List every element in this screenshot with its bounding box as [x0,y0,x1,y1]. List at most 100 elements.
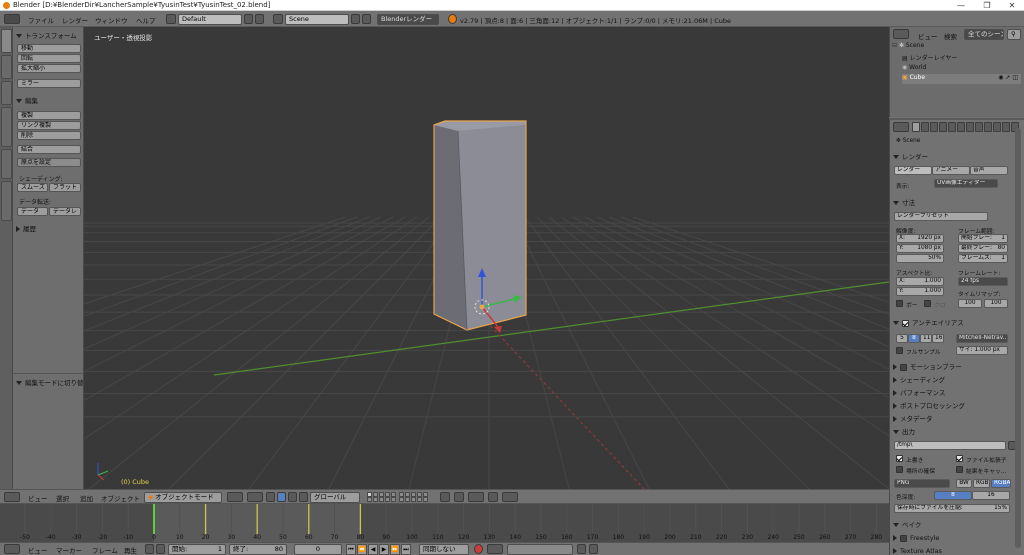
resolution-y-field[interactable]: Y: 1080 px [896,244,944,253]
bake-panel-header[interactable]: ベイク [893,520,1017,530]
aa-samples-16[interactable]: 16 [932,334,944,343]
tab-create[interactable] [1,55,12,79]
object-tab-icon[interactable] [948,122,956,132]
time-remap-new[interactable]: 100 [984,299,1008,308]
render-presets-select[interactable]: レンダープリセット [894,212,988,221]
color-rgb-button[interactable]: RGB [973,479,990,488]
overwrite-checkbox[interactable] [896,455,903,462]
render-engine-select[interactable]: Blenderレンダー [377,14,439,25]
output-panel-header[interactable]: 出力 [893,427,1017,437]
render-button[interactable]: レンダー [894,166,932,175]
mirror-button[interactable]: ミラー [17,79,81,88]
render-tab-icon[interactable] [912,122,920,132]
opengl-render-icon[interactable] [502,492,518,502]
play-reverse-icon[interactable]: ◀ [368,544,378,555]
shading-mode-icon[interactable] [227,492,243,502]
cache-result-checkbox[interactable] [956,466,963,473]
menu-help[interactable]: ヘルプ [136,15,156,25]
jump-end-icon[interactable]: ⏭ [401,544,411,555]
editor-type-icon[interactable] [4,544,20,554]
playback-controls[interactable]: ⏮ ⏪ ◀ ▶ ⏩ ⏭ [346,544,416,555]
timeline[interactable]: -50 -40 -30 -20 -10 0 10 20 30 40 50 60 70 80 90 100 110… [0,504,889,542]
scale-button[interactable]: 拡大縮小 [17,64,81,73]
scene-field[interactable]: Scene [285,14,349,25]
display-mode-select[interactable]: 全てのシーン [964,29,1004,40]
keying-set-field[interactable] [507,544,573,555]
edit-panel-header[interactable]: 編集 [16,95,38,105]
manipulator-icon[interactable] [266,492,275,502]
layer-buttons[interactable] [367,492,428,503]
search-field[interactable]: ⚲ [1007,29,1021,40]
full-sample-checkbox[interactable] [896,347,903,354]
current-frame-field[interactable]: 0 [294,544,342,555]
data-transfer-button[interactable]: データ [17,207,48,216]
freestyle-checkbox[interactable] [900,534,907,542]
snap-icon[interactable] [454,492,464,502]
screen-layout-icon[interactable] [166,14,176,24]
pivot-icon[interactable] [247,492,263,502]
end-frame-field[interactable]: 終了: 80 [229,544,287,555]
operator-panel-header[interactable]: 編集モードに切り替え [16,377,90,387]
duplicate-linked-button[interactable]: リンク複製 [17,121,81,130]
orientation-select[interactable]: グローバル [310,492,360,503]
menu-playback[interactable]: 再生 [124,545,137,555]
color-bw-button[interactable]: BW [956,479,972,488]
remove-screen-icon[interactable] [255,14,264,24]
start-frame-field[interactable]: 開始: 1 [168,544,226,555]
flat-button[interactable]: フラット [49,183,81,192]
outliner-scene[interactable]: ⊟ ✻ Scene [892,42,1023,52]
layer-button[interactable] [373,497,378,502]
scene-icon[interactable] [273,14,283,24]
file-extensions-checkbox[interactable] [956,455,963,462]
animation-button[interactable]: アニメー [932,166,970,175]
outliner-render-layers[interactable]: ▤ レンダーレイヤー [902,53,1024,63]
maximize-button[interactable]: ❐ [976,0,998,11]
play-icon[interactable]: ▶ [379,544,389,555]
outliner-world[interactable]: ◉ World [902,64,1024,74]
constraints-tab-icon[interactable] [957,122,965,132]
antialiasing-checkbox[interactable] [902,319,909,327]
menu-frame[interactable]: フレーム [92,545,118,555]
color-rgba-button[interactable]: RGBA [991,479,1011,488]
color-depth-16[interactable]: 16 [972,491,1010,500]
duplicate-button[interactable]: 複製 [17,111,81,120]
record-icon[interactable] [474,544,483,554]
layer-button[interactable] [417,497,422,502]
resolution-x-field[interactable]: X: 1920 px [896,234,944,243]
display-select[interactable]: UV画像エディター [934,179,998,188]
world-tab-icon[interactable] [939,122,947,132]
jump-start-icon[interactable]: ⏮ [346,544,356,555]
collapsed-panel-header[interactable]: シェーディング [893,375,1017,385]
scene-tab-icon[interactable] [930,122,938,132]
tab-animation[interactable] [1,107,12,147]
remove-scene-icon[interactable] [362,14,371,24]
delete-button[interactable]: 削除 [17,131,81,140]
minimize-button[interactable]: — [950,0,972,11]
visibility-icons[interactable]: ◉ ➚ ◫ [998,74,1018,81]
add-scene-icon[interactable] [351,14,360,24]
render-layers-tab-icon[interactable] [921,122,929,132]
delete-keyframe-icon[interactable] [589,544,598,554]
translate-manipulator-icon[interactable] [277,492,286,502]
menu-marker[interactable]: マーカー [56,545,82,555]
placeholders-checkbox[interactable] [896,466,903,473]
texture-atlas-panel-header[interactable]: Texture Atlas [893,546,1017,555]
end-frame-prop[interactable]: 最終フレー: 80 [958,244,1008,253]
properties-scrollbar[interactable] [1015,128,1021,548]
aspect-x-field[interactable]: X: 1.000 [896,277,944,286]
crop-checkbox[interactable] [924,300,931,307]
motion-blur-checkbox[interactable] [900,363,907,371]
menu-file[interactable]: ファイル [28,15,54,25]
lock-range-icon[interactable] [156,544,165,554]
tab-tools[interactable] [1,29,12,53]
aa-samples-8[interactable]: 8 [908,334,920,343]
layer-button[interactable] [399,497,404,502]
close-button[interactable]: ✕ [1001,0,1023,11]
fps-select[interactable]: 24 fps [958,277,1008,286]
layer-button[interactable] [391,497,396,502]
lock-icon[interactable] [440,492,450,502]
editor-type-icon[interactable] [893,122,909,132]
menu-view[interactable]: ビュー [28,493,48,503]
menu-tl-view[interactable]: ビュー [28,545,48,555]
menu-select[interactable]: 選択 [56,493,69,503]
